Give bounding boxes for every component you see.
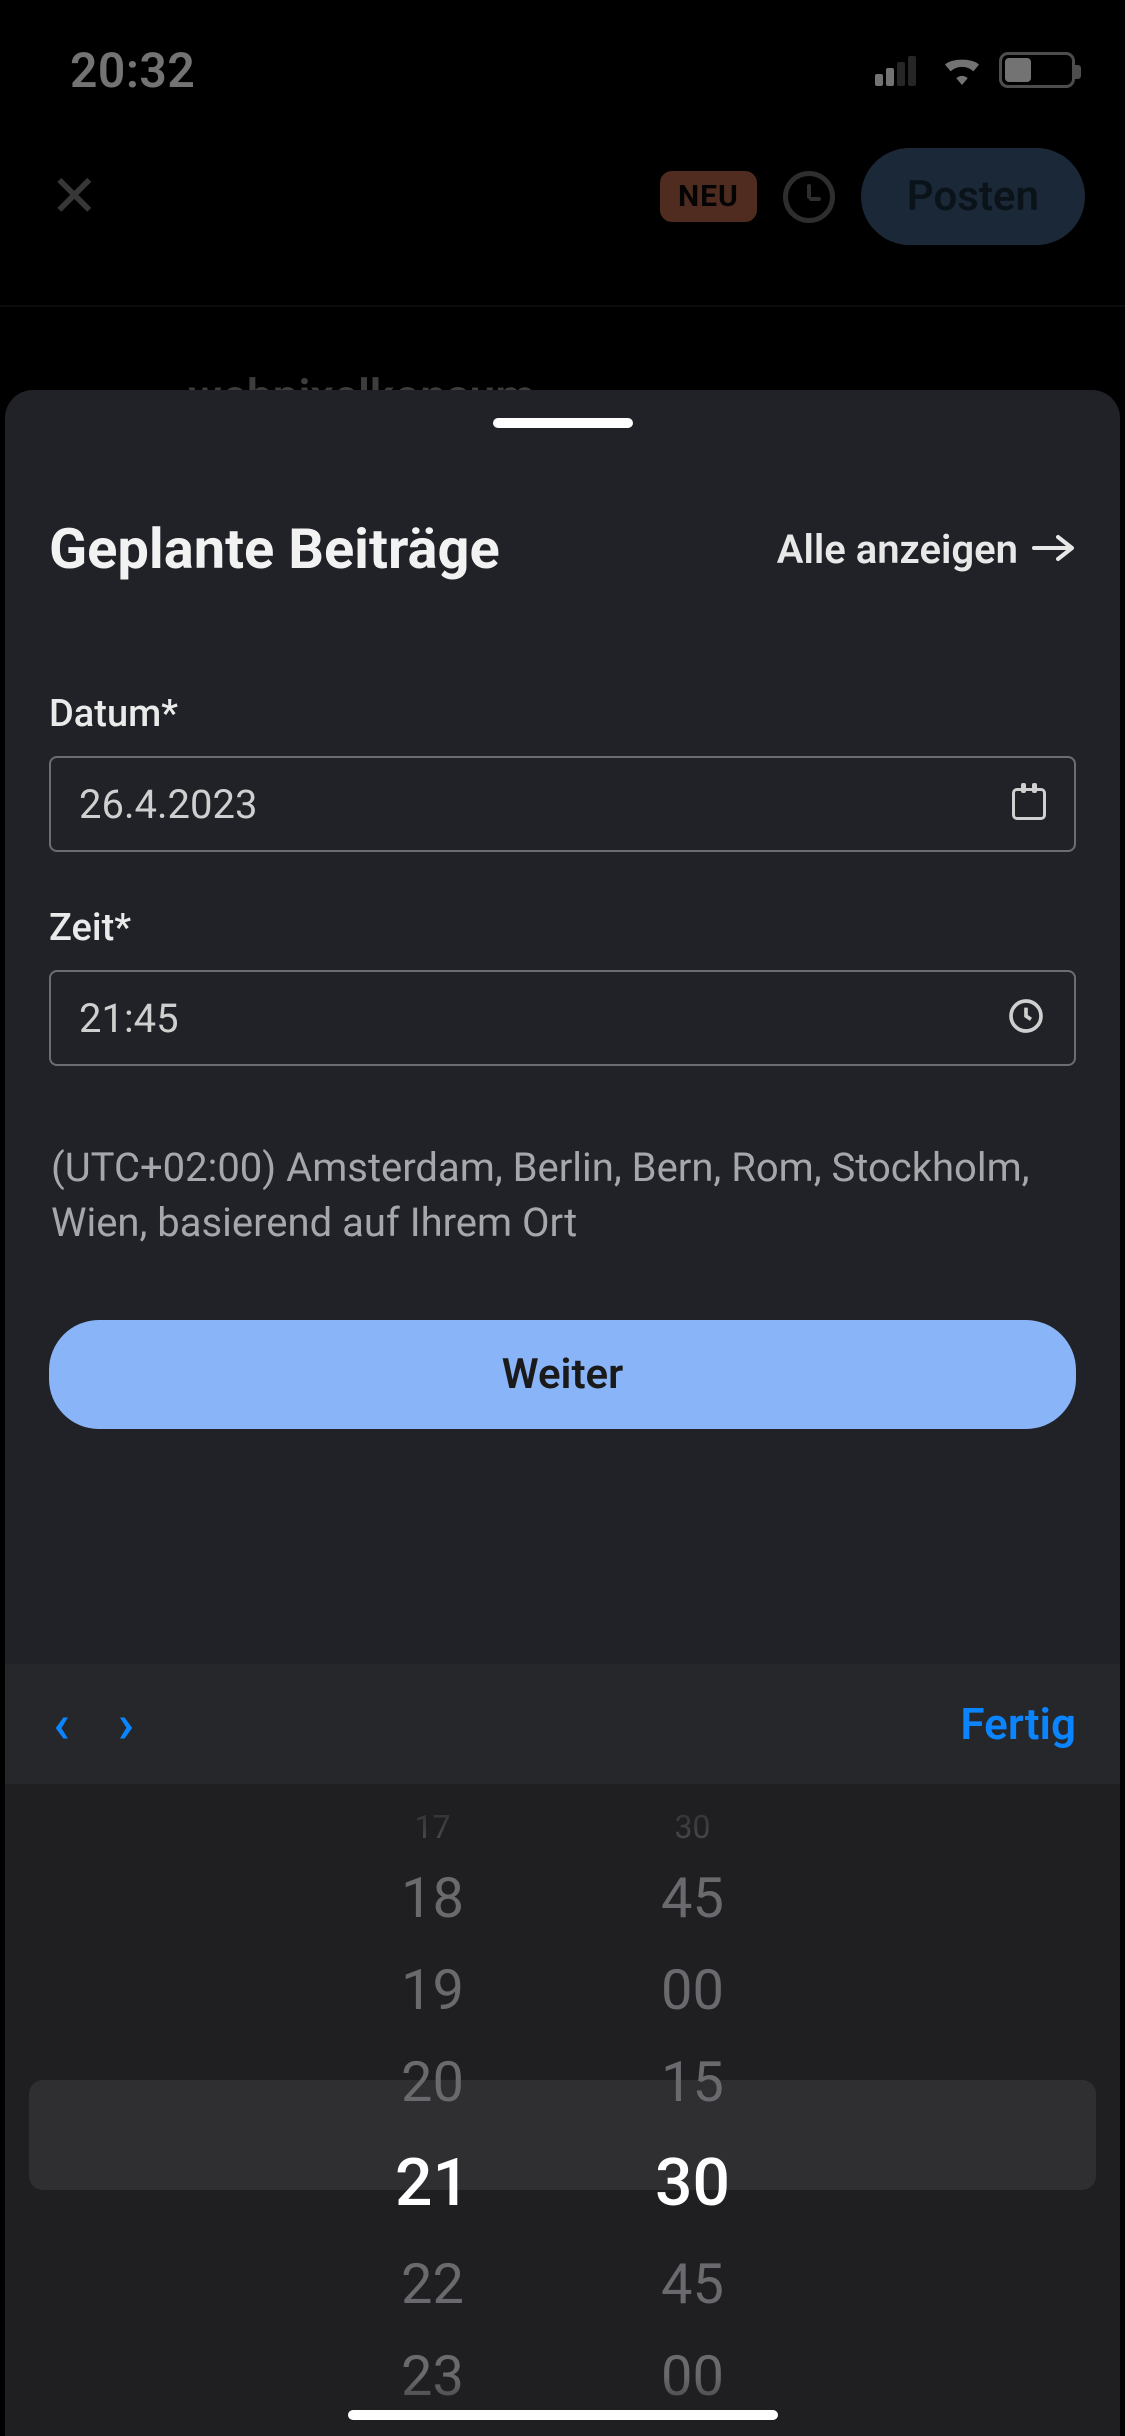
time-input[interactable]: 21:45 <box>49 970 1076 1066</box>
new-badge: NEU <box>660 171 757 222</box>
continue-button[interactable]: Weiter <box>49 1320 1076 1429</box>
schedule-icon-button[interactable] <box>781 169 837 225</box>
picker-hour: 19 <box>378 1957 488 2023</box>
cellular-signal-icon <box>875 54 925 86</box>
picker-minute: 30 <box>638 1808 748 1846</box>
picker-minute: 30 <box>638 2145 748 2222</box>
picker-prev-button[interactable]: ‹ <box>49 1693 74 1756</box>
sheet-title: Geplante Beiträge <box>49 516 500 582</box>
picker-next-button[interactable]: › <box>114 1693 138 1756</box>
close-button[interactable]: ✕ <box>40 162 109 231</box>
calendar-icon <box>1012 788 1046 820</box>
picker-row[interactable]: 1900 <box>5 1944 1120 2036</box>
picker-done-button[interactable]: Fertig <box>960 1698 1076 1750</box>
post-button[interactable]: Posten <box>861 148 1085 245</box>
timezone-text: (UTC+02:00) Amsterdam, Berlin, Bern, Rom… <box>5 1120 1120 1320</box>
picker-minute: 45 <box>638 2251 748 2317</box>
sheet-grabber[interactable] <box>493 418 633 428</box>
picker-row[interactable]: 1730 <box>5 1802 1120 1852</box>
picker-row[interactable]: 22 45 <box>5 2238 1120 2330</box>
picker-row[interactable]: 1845 <box>5 1852 1120 1944</box>
wifi-icon <box>939 51 985 89</box>
time-picker-panel: ‹ › Fertig 17301845190020152130224523000… <box>5 1664 1120 2436</box>
time-label: Zeit* <box>49 906 1076 950</box>
time-picker-wheels[interactable]: 173018451900201521302245230000150130 <box>5 1784 1120 2436</box>
picker-row[interactable]: 21 30 <box>5 2128 1120 2238</box>
picker-hour: 21 <box>378 2145 488 2222</box>
picker-hour: 17 <box>378 1808 488 1846</box>
home-indicator[interactable] <box>348 2410 778 2420</box>
show-all-label: Alle anzeigen <box>777 526 1018 573</box>
picker-hour: 20 <box>378 2049 488 2115</box>
picker-hour: 18 <box>378 1865 488 1931</box>
picker-hour: 22 <box>378 2251 488 2317</box>
date-value: 26.4.2023 <box>79 781 257 828</box>
time-value: 21:45 <box>79 995 179 1042</box>
picker-minute: 00 <box>638 2343 748 2409</box>
clock-icon <box>1006 996 1046 1040</box>
battery-icon <box>999 52 1075 88</box>
picker-row[interactable]: 0015 <box>5 2422 1120 2436</box>
status-icons <box>875 51 1075 89</box>
status-time: 20:32 <box>70 42 195 99</box>
arrow-right-icon <box>1032 526 1076 573</box>
date-input[interactable]: 26.4.2023 <box>49 756 1076 852</box>
picker-hour: 23 <box>378 2343 488 2409</box>
picker-row[interactable]: 23 00 <box>5 2330 1120 2422</box>
picker-minute: 45 <box>638 1865 748 1931</box>
date-label: Datum* <box>49 692 1076 736</box>
clock-icon <box>783 171 835 223</box>
schedule-sheet: Geplante Beiträge Alle anzeigen Datum* 2… <box>5 390 1120 2436</box>
show-all-button[interactable]: Alle anzeigen <box>777 526 1076 573</box>
picker-minute: 00 <box>638 1957 748 2023</box>
picker-row[interactable]: 2015 <box>5 2036 1120 2128</box>
picker-minute: 15 <box>638 2049 748 2115</box>
